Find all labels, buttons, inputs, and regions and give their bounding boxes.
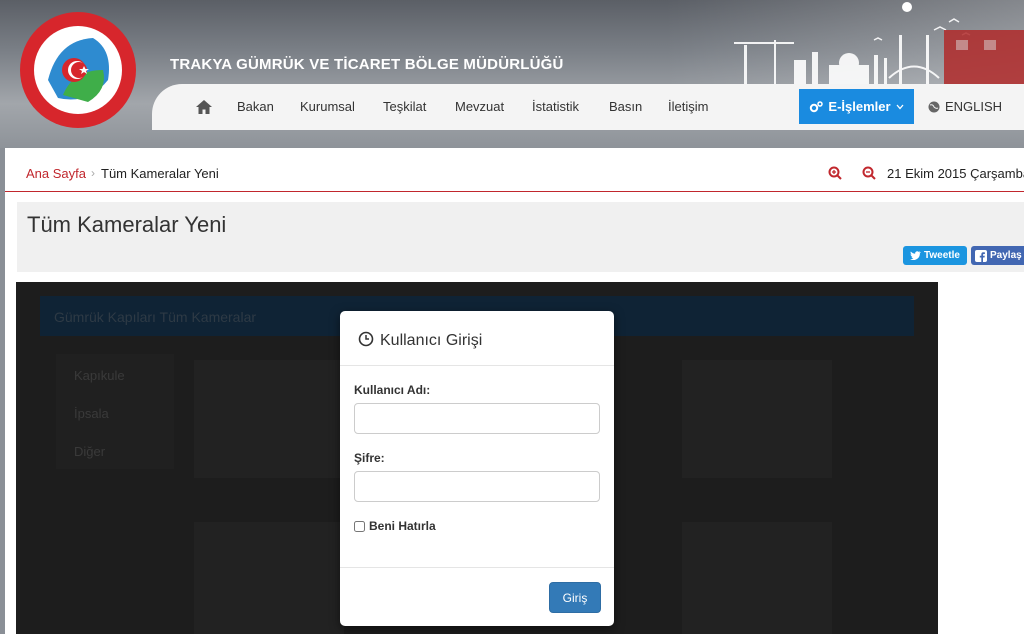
globe-icon bbox=[928, 101, 940, 112]
nav-item-basin[interactable]: Basın bbox=[609, 99, 642, 114]
camera-tile[interactable] bbox=[194, 360, 344, 478]
english-language-link[interactable]: ENGLISH bbox=[928, 99, 1002, 114]
city-skyline-illustration bbox=[734, 2, 1024, 85]
login-submit-button[interactable]: Giriş bbox=[549, 582, 601, 613]
facebook-share-button[interactable]: Paylaş bbox=[971, 246, 1024, 265]
home-icon[interactable] bbox=[194, 98, 214, 116]
site-title: TRAKYA GÜMRÜK VE TİCARET BÖLGE MÜDÜRLÜĞÜ bbox=[170, 56, 564, 73]
camera-tile[interactable] bbox=[682, 522, 832, 634]
zoom-out-icon[interactable] bbox=[862, 166, 876, 180]
username-input[interactable] bbox=[354, 403, 600, 434]
page-title: Tüm Kameralar Yeni bbox=[27, 212, 227, 237]
tweet-button[interactable]: Tweetle bbox=[903, 246, 967, 265]
gears-icon bbox=[810, 100, 824, 112]
nav-item-iletisim[interactable]: İletişim bbox=[668, 99, 708, 114]
nav-item-kurumsal[interactable]: Kurumsal bbox=[300, 99, 355, 114]
breadcrumb-current: Tüm Kameralar Yeni bbox=[101, 166, 219, 181]
facebook-icon bbox=[975, 249, 987, 262]
clock-icon bbox=[358, 331, 374, 347]
nav-item-istatistik[interactable]: İstatistik bbox=[532, 99, 579, 114]
nav-item-mevzuat[interactable]: Mevzuat bbox=[455, 99, 504, 114]
camera-tile[interactable] bbox=[682, 360, 832, 478]
english-label: ENGLISH bbox=[945, 99, 1003, 114]
password-label: Şifre: bbox=[354, 451, 385, 465]
share-label: Paylaş bbox=[990, 250, 1022, 261]
chevron-down-icon bbox=[896, 104, 904, 109]
login-modal-footer: Giriş bbox=[340, 567, 614, 626]
remember-me[interactable]: Beni Hatırla bbox=[354, 519, 436, 533]
password-input[interactable] bbox=[354, 471, 600, 502]
twitter-icon bbox=[910, 251, 922, 260]
nav-item-bakan[interactable]: Bakan bbox=[237, 99, 274, 114]
current-date: 21 Ekim 2015 Çarşamba bbox=[887, 166, 1024, 181]
breadcrumb: Ana Sayfa › Tüm Kameralar Yeni 21 Ekim 2… bbox=[5, 148, 1024, 192]
breadcrumb-separator-icon: › bbox=[91, 166, 95, 180]
ministry-logo[interactable] bbox=[18, 10, 138, 130]
camera-tile[interactable] bbox=[194, 522, 344, 634]
camera-sidebar: Kapıkule İpsala Diğer bbox=[56, 354, 174, 469]
nav-item-teskilat[interactable]: Teşkilat bbox=[383, 99, 426, 114]
camera-sidebar-item-kapikule[interactable]: Kapıkule bbox=[74, 368, 125, 383]
main-navbar: Bakan Kurumsal Teşkilat Mevzuat İstatist… bbox=[152, 84, 1024, 130]
camera-sidebar-item-ipsala[interactable]: İpsala bbox=[74, 406, 109, 421]
login-modal-header: Kullanıcı Girişi bbox=[340, 311, 614, 366]
login-modal-title: Kullanıcı Girişi bbox=[380, 332, 483, 349]
remember-me-checkbox[interactable] bbox=[354, 520, 365, 532]
tweet-label: Tweetle bbox=[924, 250, 960, 261]
eislemler-label: E-İşlemler bbox=[828, 99, 891, 114]
remember-me-label: Beni Hatırla bbox=[369, 519, 436, 533]
breadcrumb-home-link[interactable]: Ana Sayfa bbox=[26, 166, 86, 181]
eislemler-dropdown-button[interactable]: E-İşlemler bbox=[799, 89, 914, 124]
site-header: TRAKYA GÜMRÜK VE TİCARET BÖLGE MÜDÜRLÜĞÜ… bbox=[0, 0, 1024, 148]
zoom-in-icon[interactable] bbox=[828, 166, 842, 180]
username-label: Kullanıcı Adı: bbox=[354, 383, 431, 397]
page-title-box: Tüm Kameralar Yeni Tweetle Paylaş bbox=[17, 202, 1024, 272]
login-modal: Kullanıcı Girişi Kullanıcı Adı: Şifre: B… bbox=[340, 311, 614, 626]
camera-sidebar-item-diger[interactable]: Diğer bbox=[74, 444, 105, 459]
